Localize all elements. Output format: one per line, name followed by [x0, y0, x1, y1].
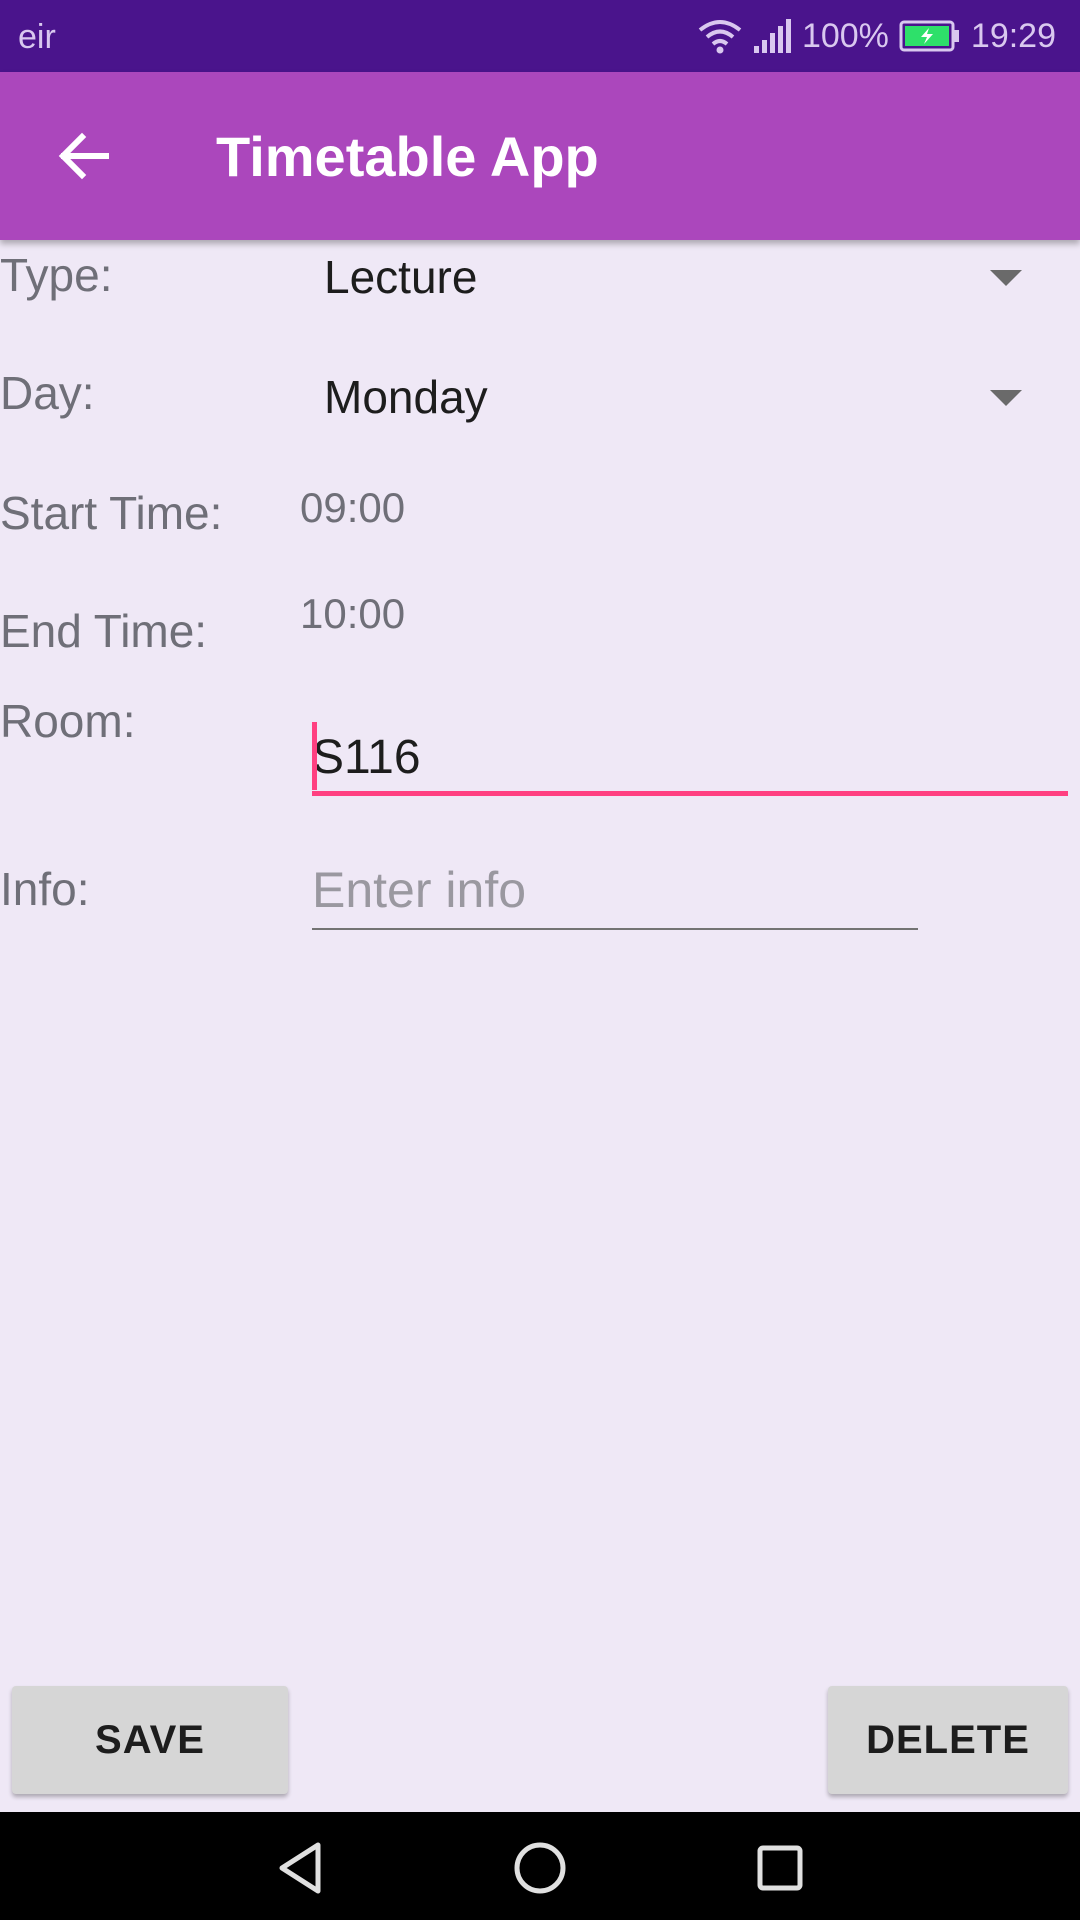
nav-recents-button[interactable] [748, 1836, 812, 1900]
room-underline [312, 791, 1068, 796]
battery-percent: 100% [801, 16, 889, 55]
nav-back-button[interactable] [268, 1836, 332, 1900]
carrier-name: eir [18, 18, 56, 56]
nav-home-button[interactable] [508, 1836, 572, 1900]
info-label: Info: [0, 863, 90, 915]
back-triangle-icon [279, 1842, 321, 1894]
type-spinner[interactable]: Lecture [300, 240, 1060, 314]
arrow-back-icon [58, 132, 109, 180]
navigation-bar [0, 1812, 1080, 1920]
clock: 19:29 [970, 16, 1056, 55]
room-value: S116 [312, 731, 421, 784]
status-bar: eir 100% 19:29 [0, 0, 1080, 72]
dropdown-arrow-icon [990, 390, 1022, 406]
dropdown-arrow-icon [990, 270, 1022, 286]
info-underline [312, 928, 918, 930]
room-field[interactable]: S116 [312, 712, 1068, 796]
info-field-wrapper [312, 852, 918, 930]
signal-icon [752, 18, 792, 54]
end-time-value[interactable]: 10:00 [300, 590, 405, 638]
status-icons: 100% 19:29 [698, 14, 1056, 58]
save-button[interactable]: SAVE [12, 1686, 288, 1794]
type-label: Type: [0, 249, 113, 301]
home-circle-icon [514, 1842, 566, 1894]
day-label: Day: [0, 367, 95, 419]
recents-square-icon [757, 1845, 803, 1891]
page-title: Timetable App [216, 125, 599, 188]
room-label: Room: [0, 695, 136, 747]
start-time-value[interactable]: 09:00 [300, 484, 405, 532]
app-bar: Timetable App [0, 72, 1080, 240]
wifi-icon [698, 18, 742, 54]
info-field[interactable] [312, 852, 918, 928]
day-spinner[interactable]: Monday [300, 360, 1060, 434]
battery-charging-icon [899, 19, 961, 53]
delete-button[interactable]: DELETE [828, 1686, 1068, 1794]
day-value: Monday [324, 371, 488, 423]
start-time-label: Start Time: [0, 487, 223, 539]
end-time-label: End Time: [0, 605, 208, 657]
text-cursor [312, 722, 317, 790]
back-button[interactable] [44, 116, 124, 196]
type-value: Lecture [324, 251, 478, 303]
